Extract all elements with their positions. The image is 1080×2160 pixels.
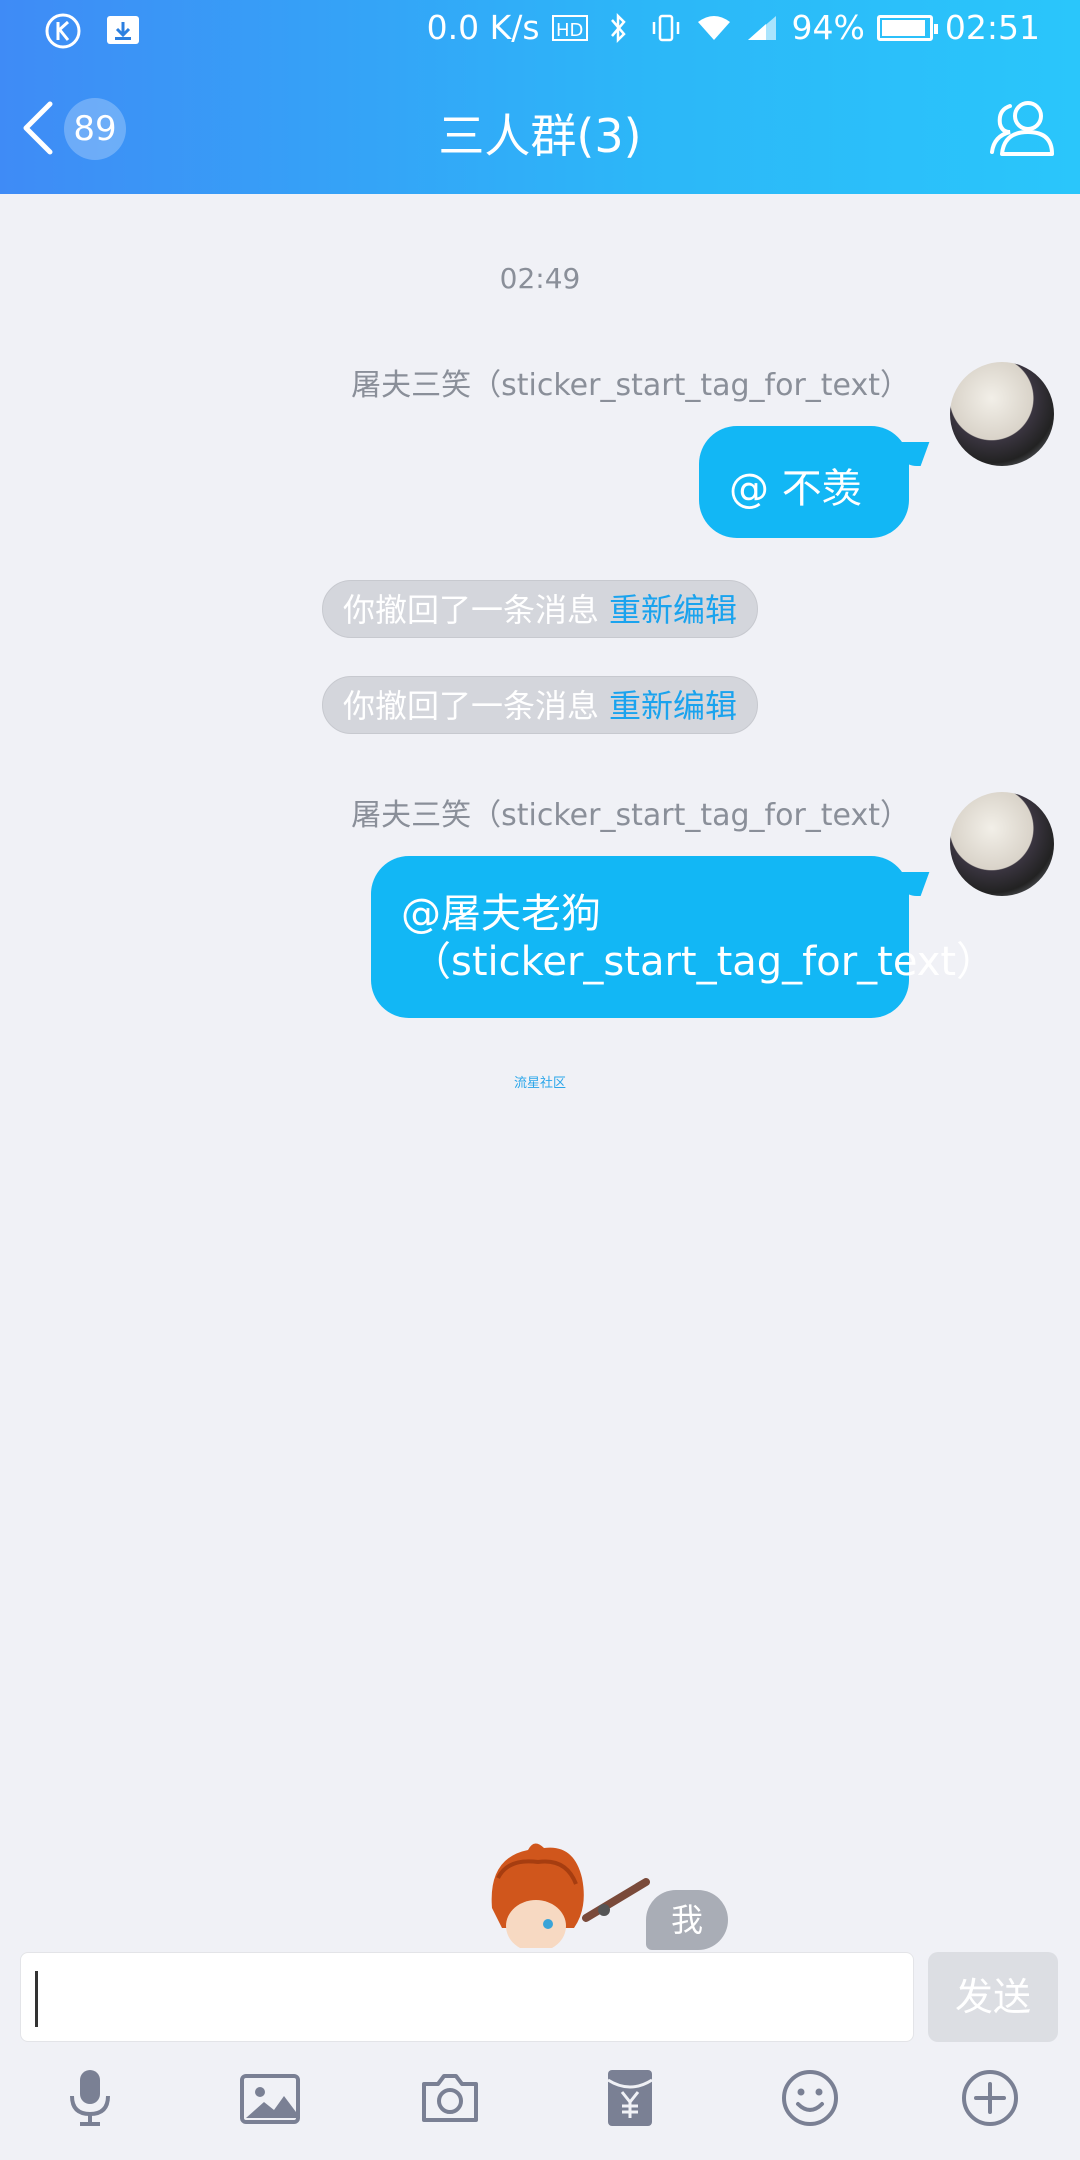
recall-text: 你撤回了一条消息 [342, 591, 599, 629]
vibrate-icon [652, 14, 679, 41]
signal-icon [747, 15, 776, 40]
message-text-line: @屠夫老狗 [401, 891, 601, 937]
svg-text:HD: HD [556, 20, 583, 41]
wifi-icon [697, 15, 730, 40]
battery-icon [876, 14, 938, 41]
plus-icon[interactable] [958, 2066, 1022, 2130]
top-bar: 0.0 K/s HD 94% 02:51 89 三人群(3) [0, 0, 1080, 194]
message-text: @ 不羡 [729, 466, 862, 512]
avatar[interactable] [950, 792, 1054, 896]
message-input[interactable] [20, 1952, 914, 2042]
community-label: 流星社区 [513, 1076, 566, 1091]
recall-text: 你撤回了一条消息 [342, 687, 599, 725]
re-edit-link[interactable]: 重新编辑 [609, 591, 737, 629]
message-text-line: （sticker_start_tag_for_text） [411, 939, 997, 985]
sender-name: 屠夫三笑（sticker_start_tag_for_text） [351, 368, 910, 403]
download-icon [107, 16, 139, 44]
camera-icon[interactable] [418, 2066, 482, 2130]
title-bar: 89 三人群(3) [0, 64, 1080, 194]
clock: 02:51 [944, 8, 1040, 47]
status-bar: 0.0 K/s HD 94% 02:51 [0, 0, 1080, 64]
text-cursor [35, 1971, 38, 2027]
emoji-icon[interactable] [778, 2066, 842, 2130]
re-edit-link[interactable]: 重新编辑 [609, 687, 737, 725]
avatar[interactable] [950, 362, 1054, 466]
k-app-icon [45, 13, 81, 49]
input-toolbar [0, 2066, 1080, 2146]
image-icon[interactable] [238, 2066, 302, 2130]
sender-name: 屠夫三笑（sticker_start_tag_for_text） [351, 798, 910, 833]
message-bubble[interactable]: @屠夫老狗 （sticker_start_tag_for_text） [371, 856, 996, 1018]
mascot-sticker[interactable] [478, 1838, 658, 1948]
bluetooth-icon [610, 12, 626, 43]
battery-percent: 94% [791, 8, 865, 47]
group-members-icon[interactable] [988, 94, 1056, 162]
recall-notice: 你撤回了一条消息 重新编辑 [322, 676, 758, 734]
microphone-icon[interactable] [58, 2066, 122, 2130]
hd-icon: HD [551, 14, 588, 41]
red-packet-icon[interactable] [598, 2066, 662, 2130]
recall-notice: 你撤回了一条消息 重新编辑 [322, 580, 758, 638]
message-timestamp: 02:49 [499, 262, 581, 295]
chat-title: 三人群(3) [438, 109, 642, 163]
send-button[interactable]: 发送 [928, 1952, 1058, 2042]
input-bar: 发送 [0, 1950, 1080, 2160]
message-bubble[interactable]: @ 不羡 [699, 426, 909, 538]
network-speed: 0.0 K/s [426, 8, 540, 47]
me-tag: 我 [646, 1890, 728, 1950]
